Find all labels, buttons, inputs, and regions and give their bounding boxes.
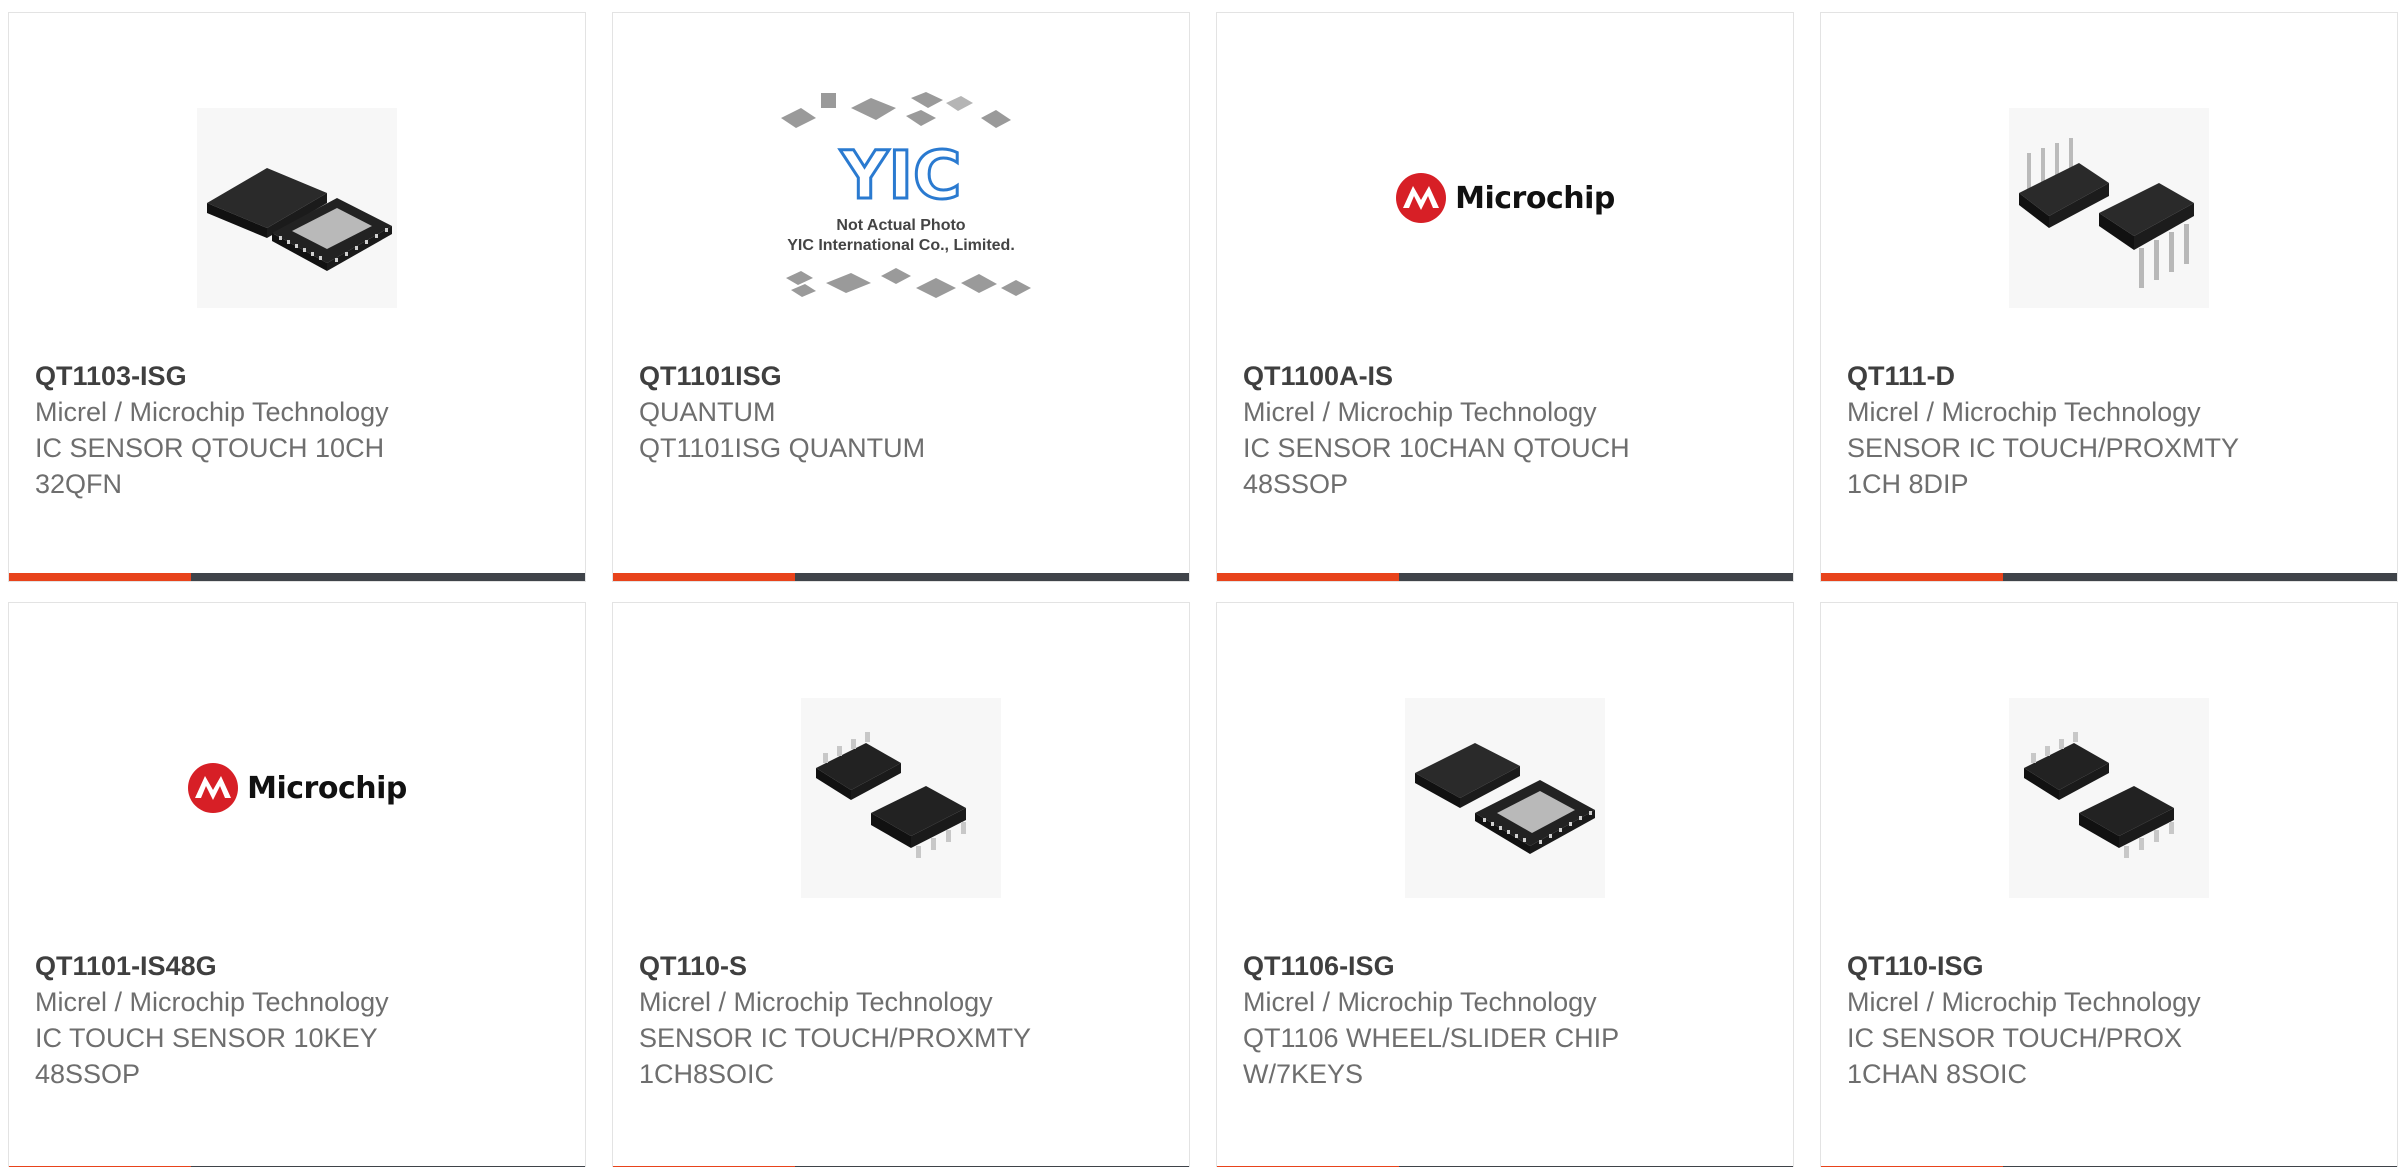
microchip-logo: Microchip	[1395, 172, 1615, 224]
manufacturer: Micrel / Microchip Technology	[35, 397, 389, 427]
microchip-logo: Microchip	[187, 762, 407, 814]
product-info: QT1106-ISG Micrel / Microchip Technology…	[1243, 948, 1773, 1092]
card-accent-bar	[613, 573, 795, 581]
manufacturer: Micrel / Microchip Technology	[1847, 397, 2201, 427]
product-card[interactable]: QT1106-ISG Micrel / Microchip Technology…	[1216, 602, 1794, 1167]
card-bottom-bar	[1821, 573, 2397, 581]
card-bottom-bar	[1217, 573, 1793, 581]
yic-placeholder-icon: YIC Not Actual Photo YIC International C…	[781, 92, 1031, 298]
manufacturer: QUANTUM	[639, 397, 776, 427]
dip-chip-icon	[2009, 108, 2209, 308]
product-image[interactable]	[9, 63, 585, 353]
product-info: QT110-ISG Micrel / Microchip Technology …	[1847, 948, 2377, 1092]
card-accent-bar	[1821, 573, 2003, 581]
manufacturer: Micrel / Microchip Technology	[1847, 987, 2201, 1017]
svg-text:Not Actual Photo: Not Actual Photo	[836, 217, 965, 234]
yic-brand-text: YIC	[840, 137, 962, 214]
product-info: QT110-S Micrel / Microchip Technology SE…	[639, 948, 1169, 1092]
product-image[interactable]: Microchip	[1217, 53, 1793, 343]
product-image[interactable]: Microchip	[9, 643, 585, 933]
soic-chip-icon	[2009, 698, 2209, 898]
product-info: QT1101ISG QUANTUM QT1101ISG QUANTUM	[639, 358, 1169, 466]
manufacturer: Micrel / Microchip Technology	[639, 987, 993, 1017]
part-number[interactable]: QT1101-IS48G	[35, 948, 565, 984]
product-image[interactable]	[1821, 653, 2397, 943]
product-info: QT1103-ISG Micrel / Microchip Technology…	[35, 358, 565, 502]
part-number[interactable]: QT1101ISG	[639, 358, 1169, 394]
product-card[interactable]: QT111-D Micrel / Microchip Technology SE…	[1820, 12, 2398, 582]
description: IC TOUCH SENSOR 10KEY 48SSOP	[35, 1023, 378, 1089]
product-card[interactable]: Microchip QT1101-IS48G Micrel / Microchi…	[8, 602, 586, 1167]
part-number[interactable]: QT1106-ISG	[1243, 948, 1773, 984]
microchip-logo-icon	[188, 763, 239, 813]
description: QT1101ISG QUANTUM	[639, 433, 926, 463]
product-image[interactable]	[613, 653, 1189, 943]
part-number[interactable]: QT111-D	[1847, 358, 2377, 394]
manufacturer: Micrel / Microchip Technology	[35, 987, 389, 1017]
part-number[interactable]: QT1103-ISG	[35, 358, 565, 394]
part-number[interactable]: QT1100A-IS	[1243, 358, 1773, 394]
product-info: QT111-D Micrel / Microchip Technology SE…	[1847, 358, 2377, 502]
description: SENSOR IC TOUCH/PROXMTY 1CH8SOIC	[639, 1023, 1031, 1089]
microchip-logo-text: Microchip	[1455, 180, 1615, 216]
microchip-logo-icon	[1396, 173, 1447, 223]
product-card[interactable]: YIC Not Actual Photo YIC International C…	[612, 12, 1190, 582]
product-card[interactable]: QT110-S Micrel / Microchip Technology SE…	[612, 602, 1190, 1167]
product-card[interactable]: Microchip QT1100A-IS Micrel / Microchip …	[1216, 12, 1794, 582]
description: IC SENSOR 10CHAN QTOUCH 48SSOP	[1243, 433, 1630, 499]
manufacturer: Micrel / Microchip Technology	[1243, 987, 1597, 1017]
part-number[interactable]: QT110-ISG	[1847, 948, 2377, 984]
product-card[interactable]: QT1103-ISG Micrel / Microchip Technology…	[8, 12, 586, 582]
soic-chip-icon	[801, 698, 1001, 898]
part-number[interactable]: QT110-S	[639, 948, 1169, 984]
product-image[interactable]: YIC Not Actual Photo YIC International C…	[613, 53, 1189, 343]
product-grid: QT1103-ISG Micrel / Microchip Technology…	[0, 0, 2400, 1167]
description: SENSOR IC TOUCH/PROXMTY 1CH 8DIP	[1847, 433, 2239, 499]
qfn-chip-icon	[1405, 698, 1605, 898]
product-image[interactable]	[1821, 63, 2397, 353]
description: IC SENSOR QTOUCH 10CH 32QFN	[35, 433, 385, 499]
product-card[interactable]: QT110-ISG Micrel / Microchip Technology …	[1820, 602, 2398, 1167]
card-bottom-bar	[613, 573, 1189, 581]
card-bottom-bar	[9, 573, 585, 581]
microchip-logo-text: Microchip	[247, 770, 407, 806]
product-image[interactable]	[1217, 653, 1793, 943]
card-accent-bar	[1217, 573, 1399, 581]
product-info: QT1101-IS48G Micrel / Microchip Technolo…	[35, 948, 565, 1092]
product-info: QT1100A-IS Micrel / Microchip Technology…	[1243, 358, 1773, 502]
card-accent-bar	[9, 573, 191, 581]
description: IC SENSOR TOUCH/PROX 1CHAN 8SOIC	[1847, 1023, 2183, 1089]
description: QT1106 WHEEL/SLIDER CHIP W/7KEYS	[1243, 1023, 1619, 1089]
qfn-chip-icon	[197, 108, 397, 308]
manufacturer: Micrel / Microchip Technology	[1243, 397, 1597, 427]
svg-text:YIC International Co., Limited: YIC International Co., Limited.	[787, 237, 1015, 254]
